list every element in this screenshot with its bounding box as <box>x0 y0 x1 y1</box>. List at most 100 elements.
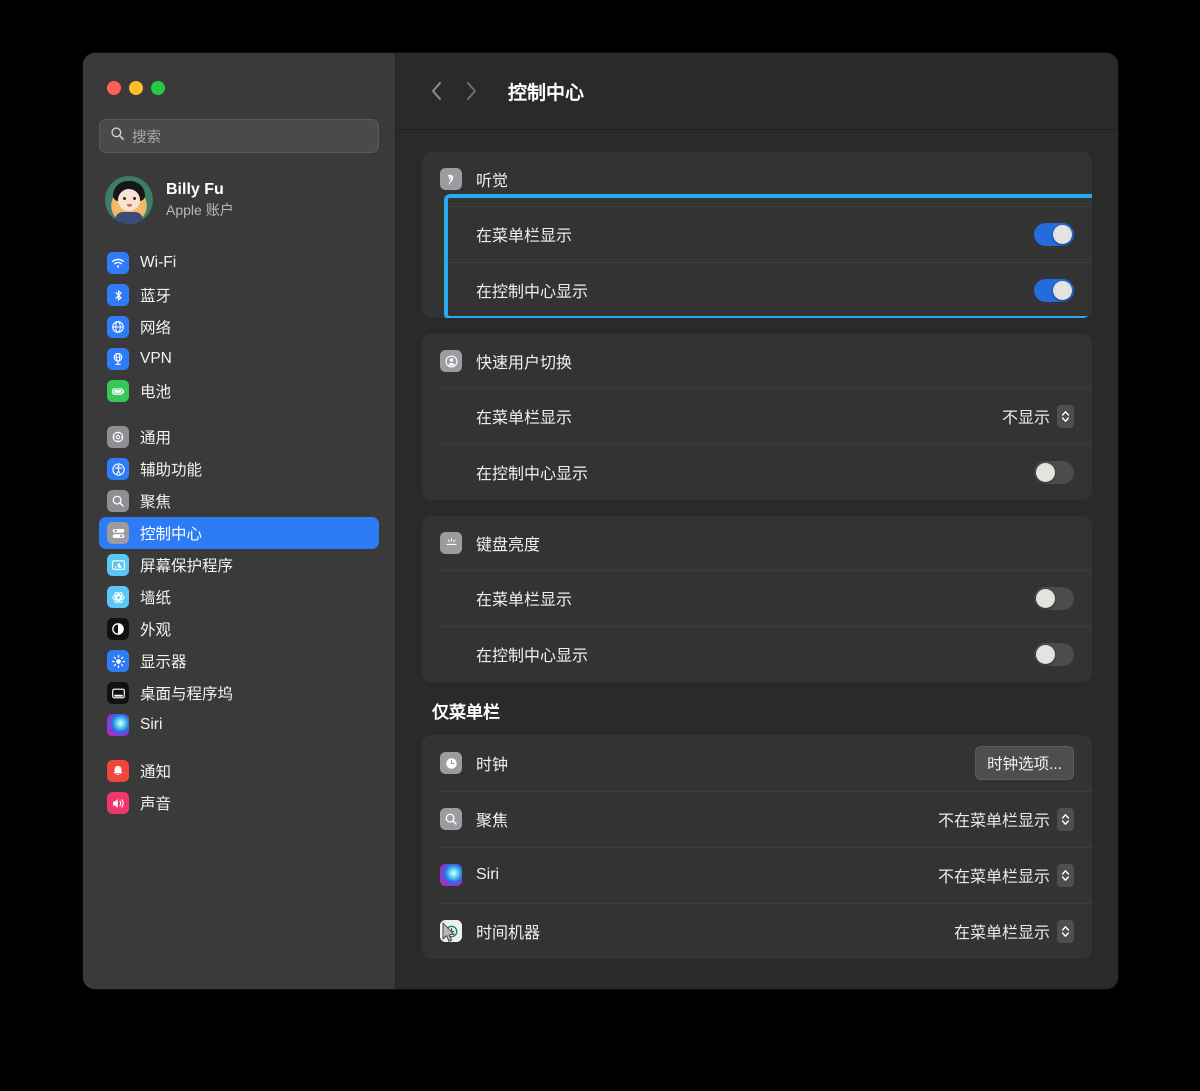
account-subtitle: Apple 账户 <box>166 201 234 218</box>
row-label: 时钟 <box>476 757 509 774</box>
user-account-icon <box>440 350 462 372</box>
control-center-icon <box>107 522 129 544</box>
zoom-button[interactable] <box>151 81 165 95</box>
row-spotlight[interactable]: 聚焦 不在菜单栏显示 <box>422 791 1092 847</box>
toggle-hearing-control-center[interactable] <box>1034 278 1074 302</box>
sidebar-item-general[interactable]: 通用 <box>99 421 379 453</box>
sidebar-item-displays[interactable]: 显示器 <box>99 645 379 677</box>
screensaver-icon <box>107 554 129 576</box>
bluetooth-icon <box>107 284 129 306</box>
sidebar-item-bluetooth[interactable]: 蓝牙 <box>99 279 379 311</box>
row-label: 在菜单栏显示 <box>476 592 573 609</box>
desktop-dock-icon <box>107 682 129 704</box>
sidebar-item-appearance[interactable]: 外观 <box>99 613 379 645</box>
row-siri[interactable]: Siri 不在菜单栏显示 <box>422 847 1092 903</box>
row-label: 在菜单栏显示 <box>476 410 573 427</box>
toggle-kb-control-center[interactable] <box>1034 642 1074 666</box>
time-machine-icon <box>440 920 462 942</box>
search-icon <box>110 126 125 146</box>
sidebar-item-spotlight[interactable]: 聚焦 <box>99 485 379 517</box>
siri-icon <box>107 714 129 736</box>
section-title-menu-bar-only: 仅菜单栏 <box>432 703 500 722</box>
popup-fus-menu-bar[interactable]: 不显示 <box>1002 404 1074 428</box>
sound-icon <box>107 792 129 814</box>
chevron-up-down-icon <box>1057 863 1074 887</box>
popup-time-machine-menu-bar[interactable]: 在菜单栏显示 <box>954 919 1074 943</box>
toggle-fus-control-center[interactable] <box>1034 460 1074 484</box>
window-traffic-lights <box>99 53 379 119</box>
sidebar-item-notifications[interactable]: 通知 <box>99 755 379 787</box>
sidebar-item-label: 辅助功能 <box>140 462 203 479</box>
apple-account-row[interactable]: Billy Fu Apple 账户 <box>99 171 379 229</box>
minimize-button[interactable] <box>129 81 143 95</box>
battery-icon <box>107 380 129 402</box>
card-keyboard-brightness: 键盘亮度 在菜单栏显示 在控制中心显示 <box>422 516 1092 682</box>
toggle-kb-menu-bar[interactable] <box>1034 586 1074 610</box>
sidebar-item-label: 显示器 <box>140 654 187 671</box>
toggle-hearing-menu-bar[interactable] <box>1034 222 1074 246</box>
chevron-up-down-icon <box>1057 919 1074 943</box>
siri-icon <box>440 864 462 886</box>
sidebar-item-network[interactable]: 网络 <box>99 311 379 343</box>
sidebar-group-connectivity: Wi-Fi 蓝牙 网络 VPN 电池 <box>99 247 379 407</box>
keyboard-brightness-icon <box>440 532 462 554</box>
row-hearing-show-in-menu-bar[interactable]: 在菜单栏显示 <box>422 206 1092 262</box>
row-clock[interactable]: 时钟 时钟选项... <box>422 735 1092 791</box>
sidebar-item-wifi[interactable]: Wi-Fi <box>99 247 379 279</box>
sidebar-item-label: 屏幕保护程序 <box>140 558 234 575</box>
sidebar-item-wallpaper[interactable]: 墙纸 <box>99 581 379 613</box>
row-time-machine[interactable]: 时间机器 在菜单栏显示 <box>422 903 1092 959</box>
avatar <box>105 176 153 224</box>
row-fus-show-in-control-center[interactable]: 在控制中心显示 <box>422 444 1092 500</box>
system-settings-window: 搜索 Billy Fu Apple 账户 Wi-Fi 蓝牙 网络 VPN 电池 … <box>83 53 1118 989</box>
card-menu-bar-only: 时钟 时钟选项... 聚焦 不在菜单栏显示 Siri 不在菜单栏显示 时间机器 … <box>422 735 1092 959</box>
vpn-icon <box>107 348 129 370</box>
row-label: 在控制中心显示 <box>476 648 589 665</box>
row-label: 聚焦 <box>476 813 509 830</box>
sidebar-item-label: Siri <box>140 716 163 733</box>
sidebar-item-siri[interactable]: Siri <box>99 709 379 741</box>
sidebar-item-vpn[interactable]: VPN <box>99 343 379 375</box>
back-button[interactable] <box>420 74 454 108</box>
settings-scroll-area[interactable]: 听觉 在菜单栏显示 在控制中心显示 快速用户切换 在菜单栏显示 不显示 在控制中… <box>396 130 1118 989</box>
row-label: 在控制中心显示 <box>476 284 589 301</box>
clock-options-button[interactable]: 时钟选项... <box>975 746 1074 780</box>
toolbar: 控制中心 <box>396 53 1118 130</box>
hearing-ear-icon <box>440 168 462 190</box>
row-kb-show-in-menu-bar[interactable]: 在菜单栏显示 <box>422 570 1092 626</box>
forward-button[interactable] <box>454 74 488 108</box>
popup-value: 在菜单栏显示 <box>953 925 1050 942</box>
sidebar-item-label: 电池 <box>140 384 172 401</box>
sidebar-item-desktop-dock[interactable]: 桌面与程序坞 <box>99 677 379 709</box>
card-header-label: 快速用户切换 <box>476 355 573 372</box>
detail-pane: 控制中心 听觉 在菜单栏显示 在控制中心显示 快速用户切换 在菜单栏显示 不显示… <box>396 53 1118 989</box>
row-label: 时间机器 <box>476 925 541 942</box>
sidebar: 搜索 Billy Fu Apple 账户 Wi-Fi 蓝牙 网络 VPN 电池 … <box>83 53 396 989</box>
row-label: Siri <box>476 866 500 883</box>
notifications-icon <box>107 760 129 782</box>
row-hearing-show-in-control-center[interactable]: 在控制中心显示 <box>422 262 1092 318</box>
sidebar-item-battery[interactable]: 电池 <box>99 375 379 407</box>
popup-value: 不在菜单栏显示 <box>937 813 1050 830</box>
spotlight-search-icon <box>107 490 129 512</box>
popup-spotlight-menu-bar[interactable]: 不在菜单栏显示 <box>938 807 1074 831</box>
sidebar-item-sound[interactable]: 声音 <box>99 787 379 819</box>
row-kb-show-in-control-center[interactable]: 在控制中心显示 <box>422 626 1092 682</box>
row-fus-show-in-menu-bar[interactable]: 在菜单栏显示 不显示 <box>422 388 1092 444</box>
display-icon <box>107 650 129 672</box>
search-input[interactable]: 搜索 <box>99 119 379 153</box>
close-button[interactable] <box>107 81 121 95</box>
card-fast-user-switching: 快速用户切换 在菜单栏显示 不显示 在控制中心显示 <box>422 334 1092 500</box>
gear-icon <box>107 426 129 448</box>
chevron-up-down-icon <box>1057 807 1074 831</box>
sidebar-item-accessibility[interactable]: 辅助功能 <box>99 453 379 485</box>
sidebar-item-label: VPN <box>140 350 172 367</box>
account-name: Billy Fu <box>166 180 224 198</box>
row-label: 在控制中心显示 <box>476 466 589 483</box>
sidebar-item-screensaver[interactable]: 屏幕保护程序 <box>99 549 379 581</box>
sidebar-item-label: 墙纸 <box>140 590 172 607</box>
sidebar-item-label: 网络 <box>140 320 172 337</box>
sidebar-item-label: 外观 <box>140 622 172 639</box>
popup-siri-menu-bar[interactable]: 不在菜单栏显示 <box>938 863 1074 887</box>
sidebar-item-control-center[interactable]: 控制中心 <box>99 517 379 549</box>
